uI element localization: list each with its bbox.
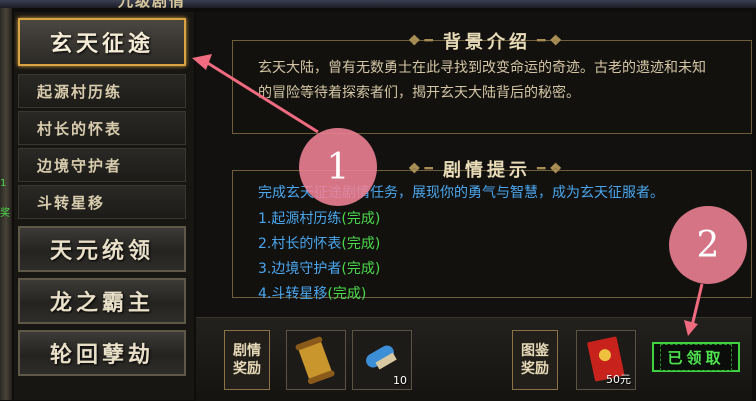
reward-item-rolled-scroll[interactable]: 10	[352, 330, 412, 390]
quest-status: (完成)	[341, 236, 381, 252]
nav-main-item-1[interactable]: 天元统领	[18, 226, 186, 272]
nav-main-item-2[interactable]: 龙之霸主	[18, 278, 186, 324]
content-area: ❖━ 背景介绍 ━❖ 玄天大陆，曾有无数勇士在此寻找到改变命运的奇迹。古老的遗迹…	[196, 12, 752, 317]
quest-status: (完成)	[341, 261, 381, 277]
reward-item-red-envelope[interactable]: 50元	[576, 330, 636, 390]
atlas-reward-line1: 图鉴	[521, 343, 549, 359]
annotation-marker-1: 1	[299, 128, 377, 206]
top-strip	[0, 0, 756, 8]
ornament-left-icon: ❖━	[408, 33, 437, 49]
story-reward-line1: 剧情	[233, 343, 261, 359]
reward-item-scroll[interactable]	[286, 330, 346, 390]
ornament-right-icon: ━❖	[536, 33, 566, 49]
annotation-marker-2: 2	[669, 206, 747, 284]
chapter-nav: 玄天征途 起源村历练 村长的怀表 边境守护者 斗转星移 天元统领 龙之霸主 轮回…	[14, 12, 194, 400]
story-reward-line2: 奖励	[233, 361, 261, 377]
claimed-label: 已领取	[660, 343, 732, 371]
quest-item: 2.村长的怀表(完成)	[258, 233, 380, 253]
quest-item: 1.起源村历练(完成)	[258, 208, 380, 228]
window-title: 九级剧情	[118, 0, 248, 8]
reward-bar: 剧情 奖励 10 图鉴 奖励 50元 已领取	[196, 317, 752, 401]
ornament-left-icon: ❖━	[408, 161, 437, 177]
quest-status: (完成)	[341, 211, 381, 227]
item-count: 50元	[606, 373, 631, 386]
hint-title: ❖━ 剧情提示 ━❖	[402, 156, 572, 182]
nav-sub-item-1[interactable]: 起源村历练	[18, 74, 186, 108]
quest-name: 2.村长的怀表	[258, 236, 342, 252]
atlas-reward-line2: 奖励	[521, 361, 549, 377]
quest-item: 3.边境守护者(完成)	[258, 258, 380, 278]
background-text: 玄天大陆，曾有无数勇士在此寻找到改变命运的奇迹。古老的遗迹和未知的冒险等待着探索…	[258, 60, 706, 101]
nav-main-item-3[interactable]: 轮回孽劫	[18, 330, 186, 376]
side-text-1: 1	[0, 178, 7, 189]
quest-name: 3.边境守护者	[258, 261, 342, 277]
scroll-icon	[295, 336, 335, 385]
atlas-reward-label: 图鉴 奖励	[512, 330, 558, 390]
quest-name: 1.起源村历练	[258, 211, 342, 227]
story-reward-label: 剧情 奖励	[224, 330, 270, 390]
background-title: ❖━ 背景介绍 ━❖	[402, 28, 572, 54]
ornament-right-icon: ━❖	[536, 161, 566, 177]
nav-sub-item-3[interactable]: 边境守护者	[18, 148, 186, 182]
left-frame: 1 奖	[0, 8, 12, 400]
side-text-2: 奖	[0, 208, 10, 219]
nav-main-active[interactable]: 玄天征途	[18, 18, 186, 66]
nav-sub-item-2[interactable]: 村长的怀表	[18, 111, 186, 145]
quest-status: (完成)	[327, 286, 367, 302]
quest-item: 4.斗转星移(完成)	[258, 283, 366, 303]
nav-sub-item-4[interactable]: 斗转星移	[18, 185, 186, 219]
background-title-text: 背景介绍	[442, 32, 531, 53]
quest-name: 4.斗转星移	[258, 286, 328, 302]
claimed-button[interactable]: 已领取	[652, 342, 740, 372]
item-count: 10	[393, 374, 407, 387]
hint-title-text: 剧情提示	[442, 160, 531, 181]
